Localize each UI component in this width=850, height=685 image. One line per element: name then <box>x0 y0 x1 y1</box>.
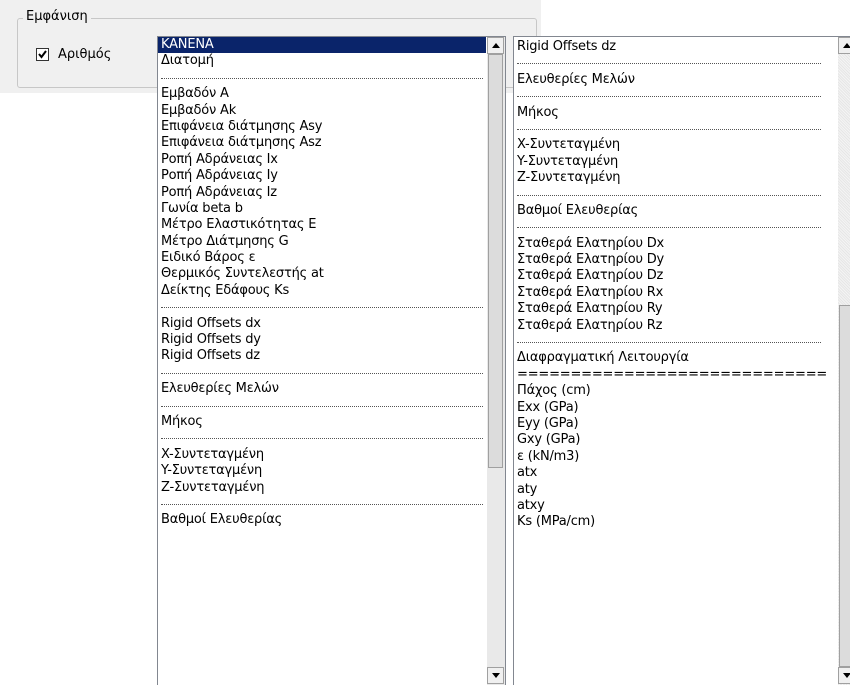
list-item[interactable]: Γωνία beta b <box>158 201 486 217</box>
list-item[interactable]: Z-Συντεταγμένη <box>514 170 824 186</box>
list-item[interactable]: Ροπή Αδράνειας Ix <box>158 152 486 168</box>
list-item[interactable]: Σταθερά Ελατηρίου Rz <box>514 318 824 334</box>
list-separator <box>158 70 486 86</box>
listbox-1-items: KANENA Διατομή Εμβαδόν A Εμβαδόν Ak Επιφάνει… <box>158 37 486 529</box>
list-item[interactable]: Βαθμοί Ελευθερίας <box>514 203 824 219</box>
list-item[interactable]: Διατομή <box>158 53 486 69</box>
scroll-down-button[interactable] <box>487 667 504 684</box>
list-item[interactable]: Exx (GPa) <box>514 400 824 416</box>
list-item[interactable]: Μήκος <box>514 105 824 121</box>
list-separator <box>514 121 824 137</box>
list-item[interactable]: X-Συντεταγμένη <box>514 137 824 153</box>
list-item[interactable]: Πάχος (cm) <box>514 383 824 399</box>
arrow-up-icon <box>491 43 500 48</box>
list-separator <box>158 365 486 381</box>
list-item[interactable]: Μήκος <box>158 414 486 430</box>
list-item[interactable]: Z-Συντεταγμένη <box>158 480 486 496</box>
listbox-2-scrollbar[interactable] <box>838 37 850 685</box>
list-separator <box>158 398 486 414</box>
scroll-up-button[interactable] <box>487 37 504 54</box>
list-item[interactable]: Y-Συντεταγμένη <box>158 463 486 479</box>
list-item[interactable]: Σταθερά Ελατηρίου Dy <box>514 252 824 268</box>
list-item[interactable]: Y-Συντεταγμένη <box>514 154 824 170</box>
list-item[interactable]: Rigid Offsets dz <box>158 348 486 364</box>
list-item[interactable]: atx <box>514 465 824 481</box>
list-separator <box>514 334 824 350</box>
listbox-2-items: Rigid Offsets dz Ελευθερίες Μελών Μήκος X-Σ… <box>514 39 827 531</box>
list-item[interactable]: Ελευθερίες Μελών <box>514 72 824 88</box>
list-item[interactable]: Επιφάνεια διάτμησης Asz <box>158 135 486 151</box>
list-item[interactable]: Βαθμοί Ελευθερίας <box>158 512 486 528</box>
scroll-thumb[interactable] <box>488 54 503 468</box>
list-item[interactable]: Εμβαδόν A <box>158 86 486 102</box>
list-separator <box>514 88 824 104</box>
list-item[interactable]: Ks (MPa/cm) <box>514 514 824 530</box>
list-item[interactable]: Rigid Offsets dx <box>158 316 486 332</box>
list-separator <box>158 430 486 446</box>
list-item[interactable]: Eyy (GPa) <box>514 416 824 432</box>
list-separator <box>514 55 824 71</box>
list-item[interactable]: Εμβαδόν Ak <box>158 103 486 119</box>
list-item[interactable]: Ελευθερίες Μελών <box>158 381 486 397</box>
list-item[interactable]: Σταθερά Ελατηρίου Dz <box>514 268 824 284</box>
number-checkbox-label: Αριθμός <box>58 47 112 62</box>
list-item[interactable]: X-Συντεταγμένη <box>158 447 486 463</box>
list-item[interactable]: ε (kN/m3) <box>514 449 824 465</box>
arrow-down-icon <box>491 673 500 678</box>
list-separator <box>158 496 486 512</box>
scroll-thumb-2[interactable] <box>839 305 850 667</box>
property-listbox-1[interactable]: KANENA Διατομή Εμβαδόν A Εμβαδόν Ak Επιφάνει… <box>157 36 506 685</box>
arrow-up-icon <box>842 43 850 48</box>
checkmark-icon <box>38 50 47 59</box>
list-item[interactable]: Rigid Offsets dz <box>514 39 824 55</box>
list-separator <box>514 219 824 235</box>
number-checkbox[interactable] <box>36 48 49 61</box>
list-item[interactable]: Μέτρο Ελαστικότητας E <box>158 217 486 233</box>
list-item[interactable]: Σταθερά Ελατηρίου Dx <box>514 236 824 252</box>
list-item[interactable]: Ροπή Αδράνειας Iz <box>158 185 486 201</box>
number-checkbox-row[interactable]: Αριθμός <box>36 47 111 62</box>
scroll-down-button-2[interactable] <box>838 667 850 684</box>
arrow-down-icon <box>842 673 850 678</box>
list-item[interactable]: ============================= <box>514 367 827 383</box>
list-item[interactable]: Gxy (GPa) <box>514 432 824 448</box>
list-item[interactable]: Ροπή Αδράνειας Iy <box>158 168 486 184</box>
scroll-up-button-2[interactable] <box>838 37 850 54</box>
list-item[interactable]: Δείκτης Εδάφους Ks <box>158 283 486 299</box>
list-item[interactable]: Επιφάνεια διάτμησης Asy <box>158 119 486 135</box>
list-item[interactable]: aty <box>514 482 824 498</box>
groupbox-title: Εμφάνιση <box>23 9 91 24</box>
list-item[interactable]: Θερμικός Συντελεστής at <box>158 266 486 282</box>
property-listbox-2[interactable]: Rigid Offsets dz Ελευθερίες Μελών Μήκος X-Σ… <box>513 36 850 685</box>
list-item[interactable]: KANENA <box>158 37 486 54</box>
list-item[interactable]: Rigid Offsets dy <box>158 332 486 348</box>
list-item[interactable]: atxy <box>514 498 824 514</box>
list-separator <box>158 299 486 315</box>
list-separator <box>514 187 824 203</box>
listbox-1-scrollbar[interactable] <box>487 37 505 685</box>
list-item[interactable]: Ειδικό Βάρος ε <box>158 250 486 266</box>
list-item[interactable]: Διαφραγματική Λειτουργία <box>514 350 824 366</box>
list-item[interactable]: Σταθερά Ελατηρίου Ry <box>514 301 824 317</box>
list-item[interactable]: Μέτρο Διάτμησης G <box>158 234 486 250</box>
list-item[interactable]: Σταθερά Ελατηρίου Rx <box>514 285 824 301</box>
